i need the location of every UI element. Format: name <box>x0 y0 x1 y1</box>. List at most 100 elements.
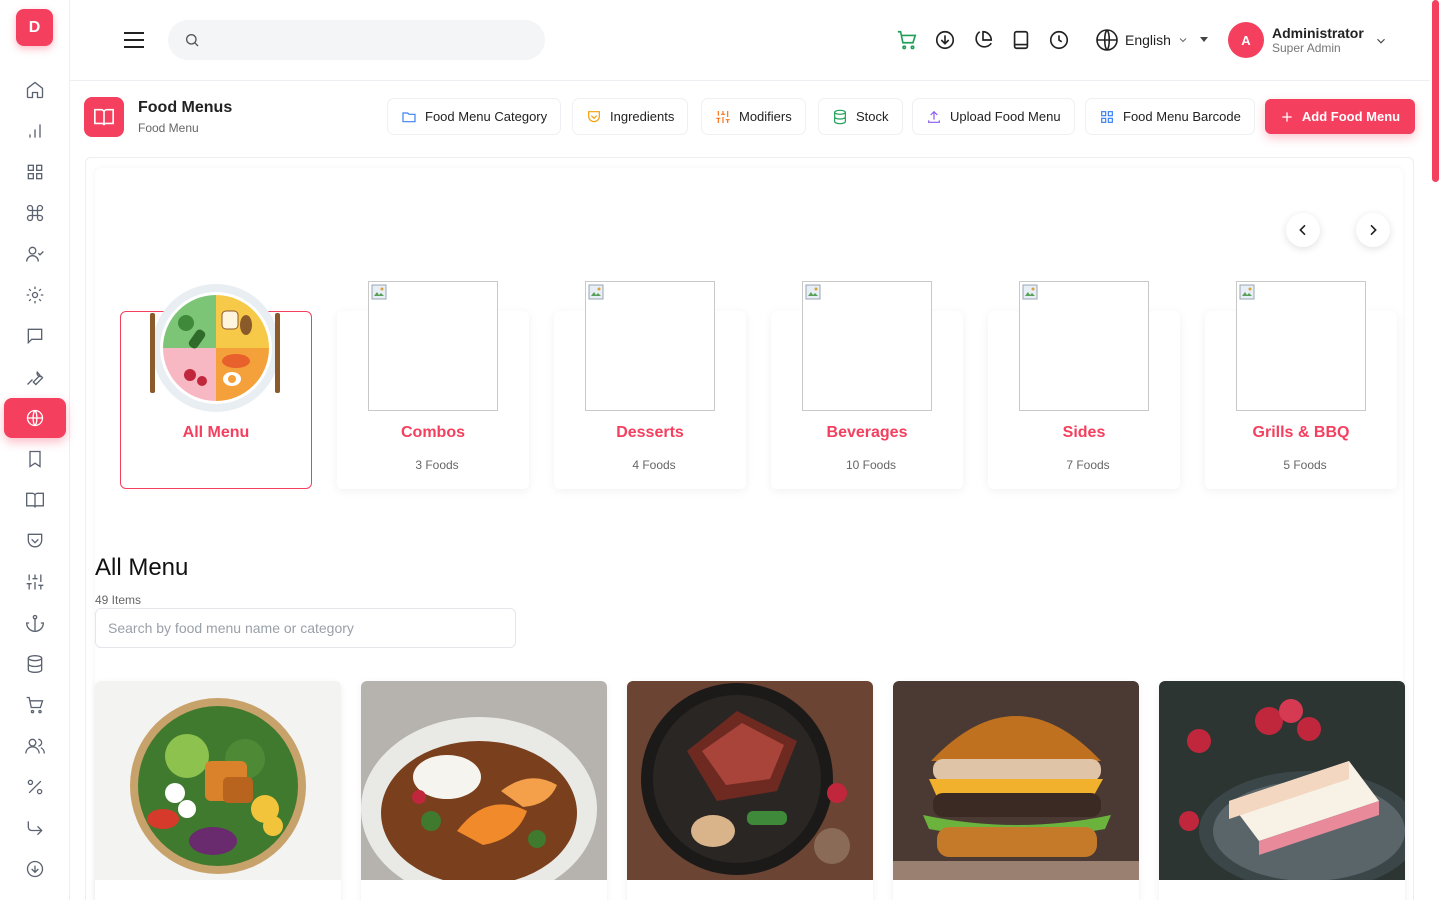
chevron-left-icon <box>1299 224 1306 236</box>
carousel-next-button[interactable] <box>1356 213 1390 247</box>
sidebar-item-food-menus[interactable] <box>4 398 66 438</box>
sidebar-item-messages[interactable] <box>4 316 66 356</box>
arrow-down-circle-icon <box>26 860 44 878</box>
category-image-placeholder <box>368 281 498 411</box>
carousel-prev-button[interactable] <box>1286 213 1320 247</box>
stock-button[interactable]: Stock <box>819 99 902 134</box>
user-role: Super Admin <box>1272 41 1341 55</box>
category-image-placeholder <box>1236 281 1366 411</box>
sidebar-item-customers[interactable] <box>4 726 66 766</box>
search-icon <box>186 34 199 47</box>
category-name: All Menu <box>182 424 250 441</box>
food-card[interactable] <box>95 681 341 900</box>
user-name[interactable]: Administrator <box>1272 25 1364 41</box>
category-name: Sides <box>1062 424 1106 441</box>
pocket-icon <box>27 533 43 548</box>
top-header: English A Administrator Super Admin <box>70 0 1430 81</box>
sliders-icon <box>26 574 44 590</box>
food-card[interactable] <box>893 681 1139 900</box>
ingredients-label: Ingredients <box>610 109 675 124</box>
sidebar-item-bookmarks[interactable] <box>4 439 66 479</box>
clock-icon[interactable] <box>1048 29 1070 51</box>
cart-icon[interactable] <box>896 29 918 51</box>
globe-icon <box>1096 29 1118 51</box>
broken-image-icon <box>588 284 604 300</box>
cart-icon <box>26 696 44 714</box>
pie-chart-icon[interactable] <box>972 29 994 51</box>
sidebar-item-cart[interactable] <box>4 685 66 725</box>
category-count: 10 Foods <box>845 458 897 472</box>
category-name: Desserts <box>616 424 684 441</box>
sidebar-item-dashboard[interactable] <box>4 152 66 192</box>
sidebar-item-downloads[interactable] <box>4 849 66 889</box>
sidebar-item-shortcuts[interactable] <box>4 193 66 233</box>
upload-food-menu-label: Upload Food Menu <box>950 109 1061 124</box>
broken-image-icon <box>1239 284 1255 300</box>
modifiers-label: Modifiers <box>739 109 792 124</box>
sidebar-item-catalog[interactable] <box>4 480 66 520</box>
food-image-salad-bowl <box>95 681 341 880</box>
book-open-icon <box>26 492 44 508</box>
sidebar-item-adjustments[interactable] <box>4 562 66 602</box>
broken-image-icon <box>371 284 387 300</box>
bar-chart-icon <box>29 124 41 138</box>
global-search-input[interactable] <box>210 32 530 48</box>
app-logo[interactable]: D <box>16 9 53 46</box>
plate-icon <box>150 284 280 412</box>
avatar[interactable]: A <box>1228 22 1264 58</box>
caret-down-icon[interactable] <box>1200 37 1208 42</box>
plus-icon <box>1282 111 1292 122</box>
percent-icon <box>27 779 43 795</box>
chevron-down-icon[interactable] <box>1374 34 1388 48</box>
category-name: Beverages <box>826 424 908 441</box>
sidebar-item-reports[interactable] <box>4 111 66 151</box>
sidebar-item-tools[interactable] <box>4 357 66 397</box>
menu-toggle-icon[interactable] <box>122 28 146 52</box>
category-image-placeholder <box>1019 281 1149 411</box>
bookmark-icon <box>29 450 41 468</box>
food-card[interactable] <box>1159 681 1405 900</box>
chevron-down-icon <box>1179 38 1187 43</box>
home-icon <box>26 81 44 99</box>
category-count: 3 Foods <box>415 458 459 472</box>
page-icon <box>84 97 124 137</box>
chevron-right-icon <box>1370 224 1377 236</box>
sidebar-item-home[interactable] <box>4 70 66 110</box>
user-check-icon <box>26 246 44 262</box>
sidebar-item-anchor[interactable] <box>4 603 66 643</box>
food-card[interactable] <box>627 681 873 900</box>
language-selector[interactable]: English <box>1095 27 1189 53</box>
category-name: Grills & BBQ <box>1252 424 1350 441</box>
download-icon[interactable] <box>934 29 956 51</box>
food-menu-barcode-button[interactable]: Food Menu Barcode <box>1086 99 1254 134</box>
ingredients-button[interactable]: Ingredients <box>573 99 688 134</box>
category-image-placeholder <box>585 281 715 411</box>
food-image-raspberry-cake <box>1159 681 1405 880</box>
sidebar-item-users[interactable] <box>4 234 66 274</box>
sidebar-item-settings[interactable] <box>4 275 66 315</box>
tablet-icon[interactable] <box>1010 29 1032 51</box>
broken-image-icon <box>1022 284 1038 300</box>
sidebar-item-pocket[interactable] <box>4 521 66 561</box>
upload-food-menu-button[interactable]: Upload Food Menu <box>913 99 1074 134</box>
message-icon <box>27 328 43 345</box>
category-image-placeholder <box>802 281 932 411</box>
menu-list-title: All Menu <box>95 554 189 581</box>
add-food-menu-button[interactable]: Add Food Menu <box>1265 99 1415 134</box>
sidebar-item-discounts[interactable] <box>4 767 66 807</box>
menu-search-input[interactable] <box>95 608 516 648</box>
sidebar-item-transfer[interactable] <box>4 808 66 848</box>
stock-label: Stock <box>856 109 889 124</box>
modifiers-button[interactable]: Modifiers <box>702 99 805 134</box>
menu-items-count: 49 Items <box>95 593 142 607</box>
wrench-icon <box>27 370 44 386</box>
scrollbar-thumb[interactable] <box>1432 0 1439 182</box>
global-search[interactable] <box>168 20 545 60</box>
page-scrollbar[interactable] <box>1430 0 1440 900</box>
food-menu-category-button[interactable]: Food Menu Category <box>388 99 561 134</box>
page-title: Food Menus <box>138 99 233 116</box>
book-open-icon <box>94 108 114 126</box>
sidebar-item-database[interactable] <box>4 644 66 684</box>
sidebar: D <box>0 0 70 900</box>
food-card[interactable] <box>361 681 607 900</box>
